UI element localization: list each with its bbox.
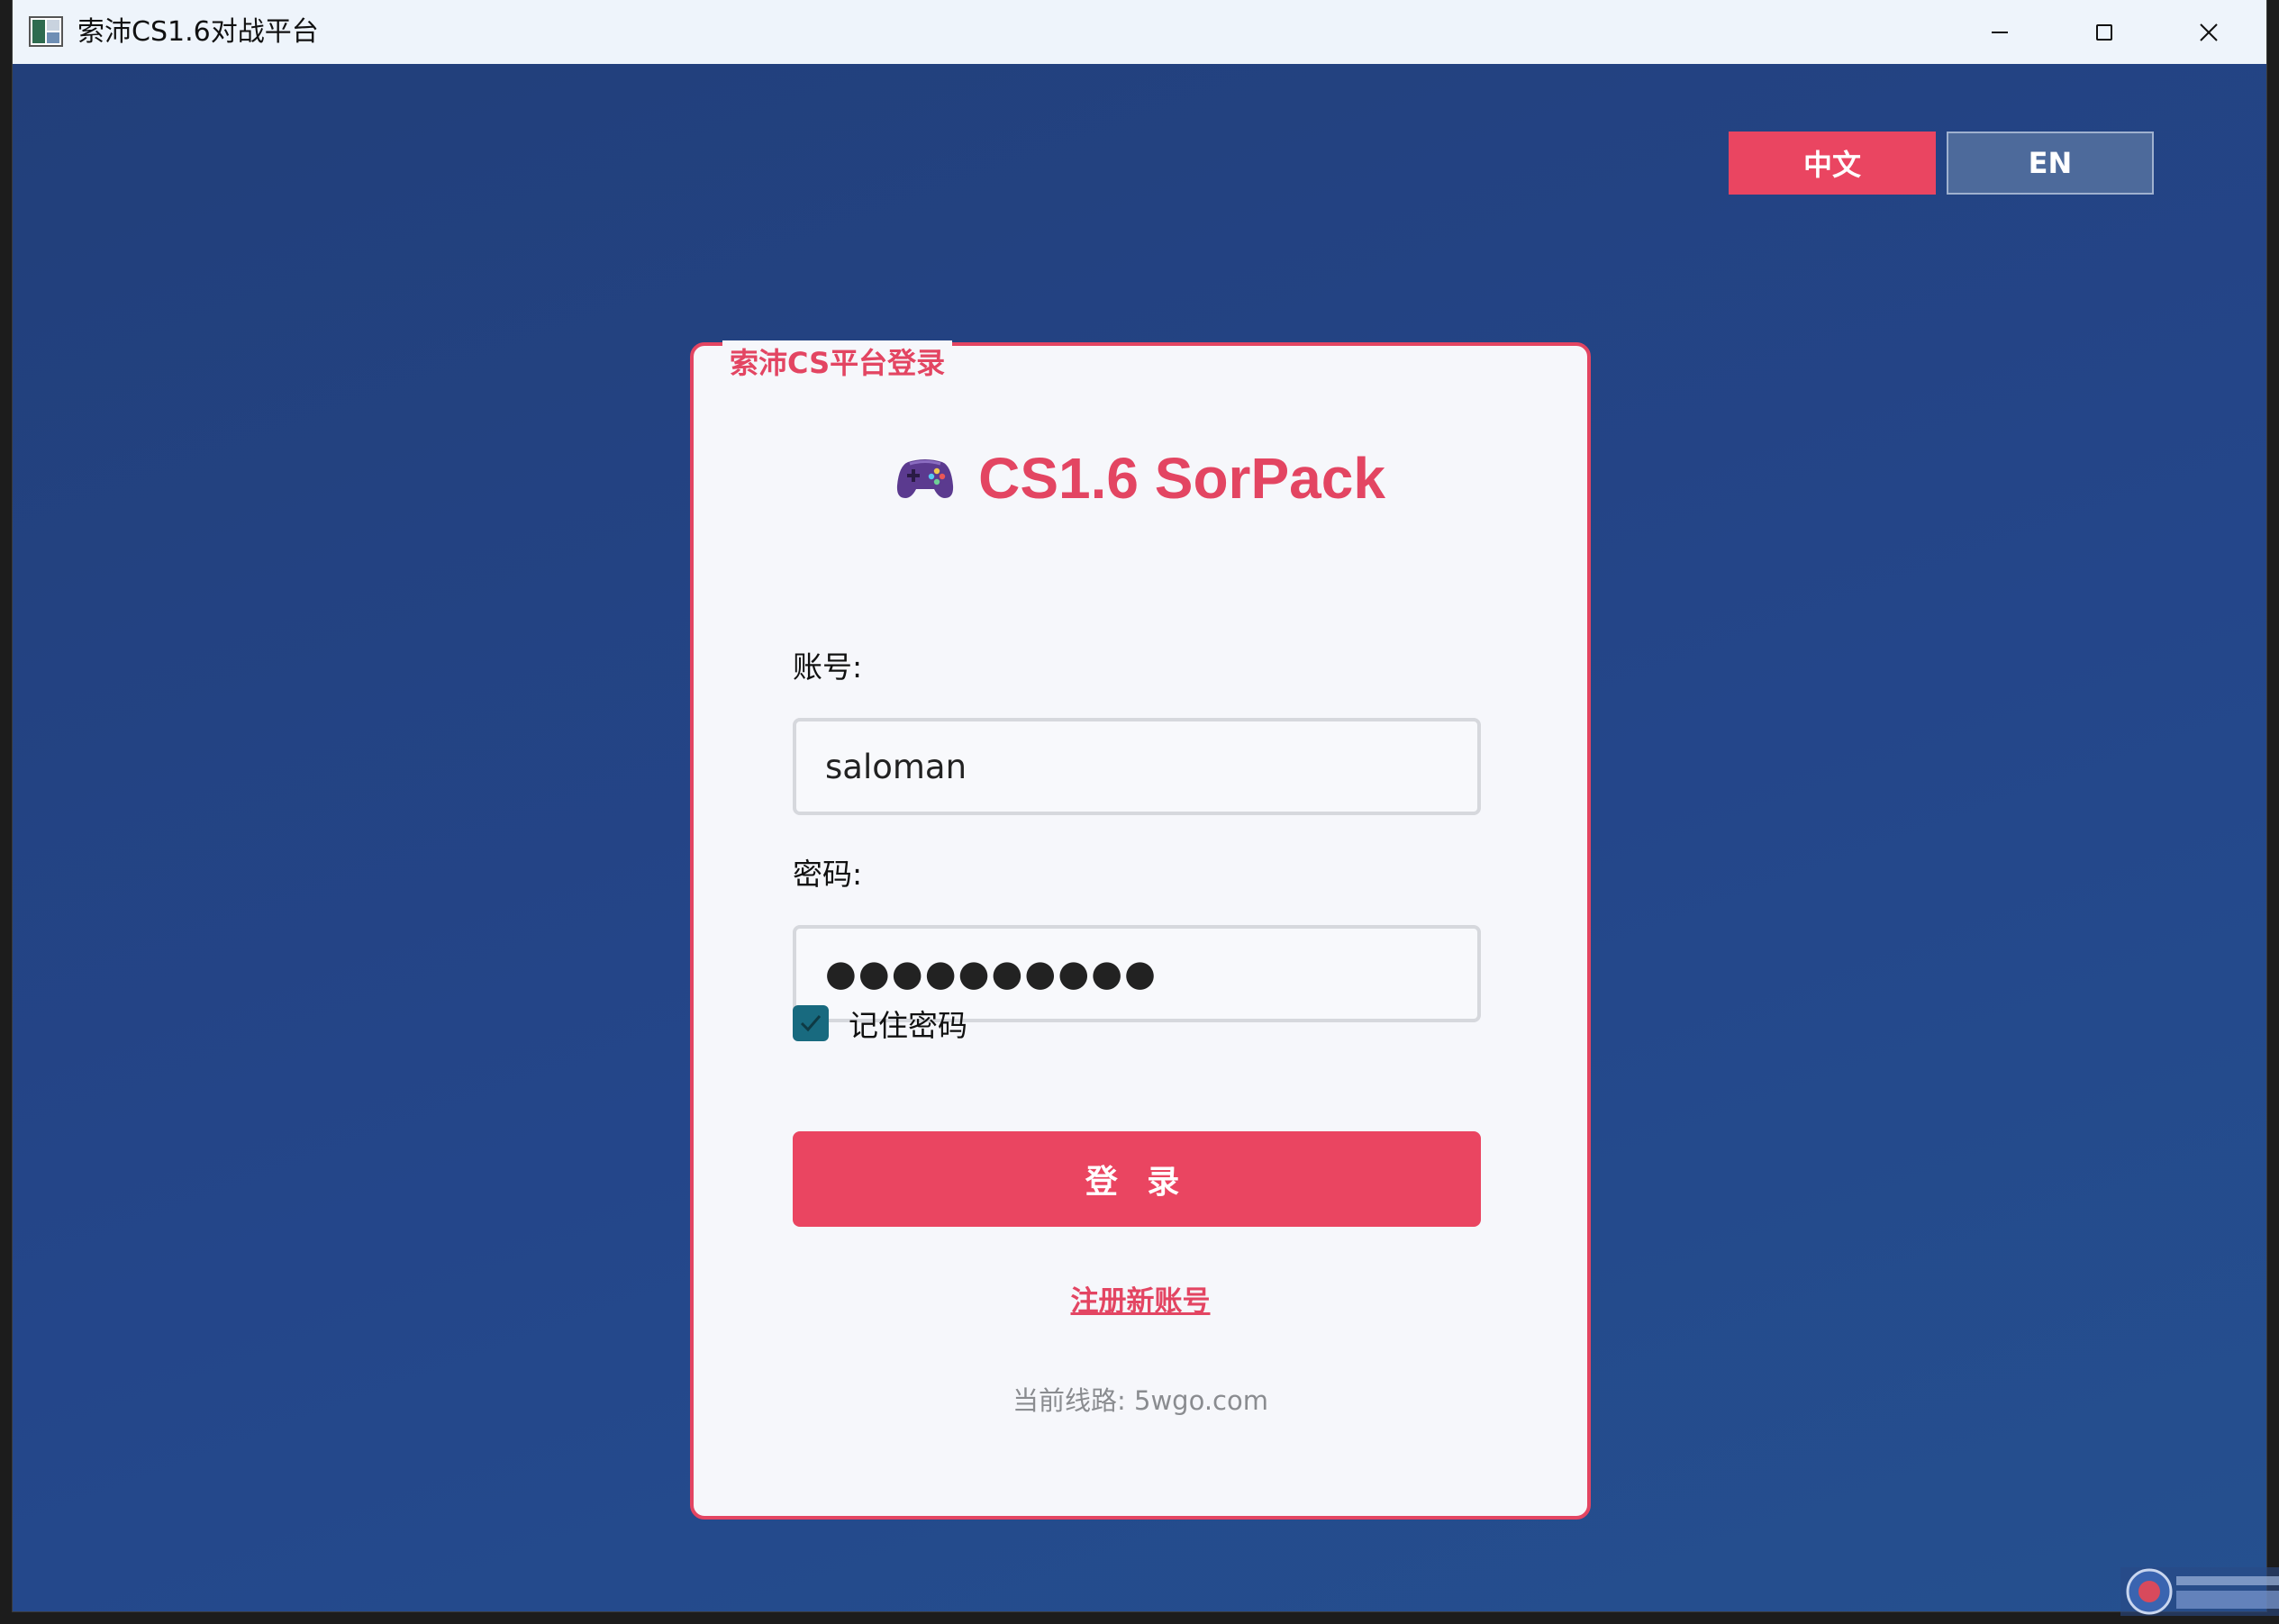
password-label: 密码:: [793, 857, 863, 892]
maximize-icon: [2096, 23, 2112, 41]
checkmark-icon: [800, 1015, 822, 1032]
current-route-text: 当前线路: 5wgo.com: [1012, 1385, 1268, 1416]
brand-header: CS1.6 SorPack: [694, 445, 1587, 512]
minimize-icon: [1992, 31, 2008, 33]
login-card: 索沛CS平台登录 CS1.6 SorPack 账号: 密码:: [690, 340, 1591, 1520]
minimize-button[interactable]: [1948, 0, 2052, 64]
language-en-button[interactable]: EN: [1947, 132, 2154, 195]
main-area: 中文 EN 索沛CS平台登录 CS1.6 SorPack 账号: 密: [13, 64, 2279, 1616]
maximize-button[interactable]: [2052, 0, 2156, 64]
login-button[interactable]: 登 录: [793, 1131, 1481, 1227]
remember-password-label: 记住密码: [849, 1008, 967, 1043]
sorpack-logo-icon: [2120, 1567, 2279, 1616]
register-link[interactable]: 注册新账号: [694, 1278, 1587, 1319]
account-label: 账号:: [793, 649, 863, 685]
app-window: 索沛CS1.6对战平台 中文 EN 索沛CS平台登录 CS1.6 SorPack…: [13, 0, 2279, 1616]
close-button[interactable]: [2156, 0, 2261, 64]
remember-password-option[interactable]: 记住密码: [793, 1002, 967, 1045]
app-icon: [29, 16, 63, 47]
remember-password-checkbox[interactable]: [793, 1005, 829, 1041]
window-title: 索沛CS1.6对战平台: [77, 16, 319, 48]
gamepad-icon: [897, 459, 954, 498]
title-bar[interactable]: 索沛CS1.6对战平台: [13, 0, 2266, 64]
brand-title: CS1.6 SorPack: [978, 446, 1385, 511]
login-card-caption: 索沛CS平台登录: [722, 340, 953, 382]
account-input[interactable]: [793, 718, 1481, 815]
language-zh-button[interactable]: 中文: [1729, 132, 1936, 195]
close-icon: [2200, 23, 2218, 41]
